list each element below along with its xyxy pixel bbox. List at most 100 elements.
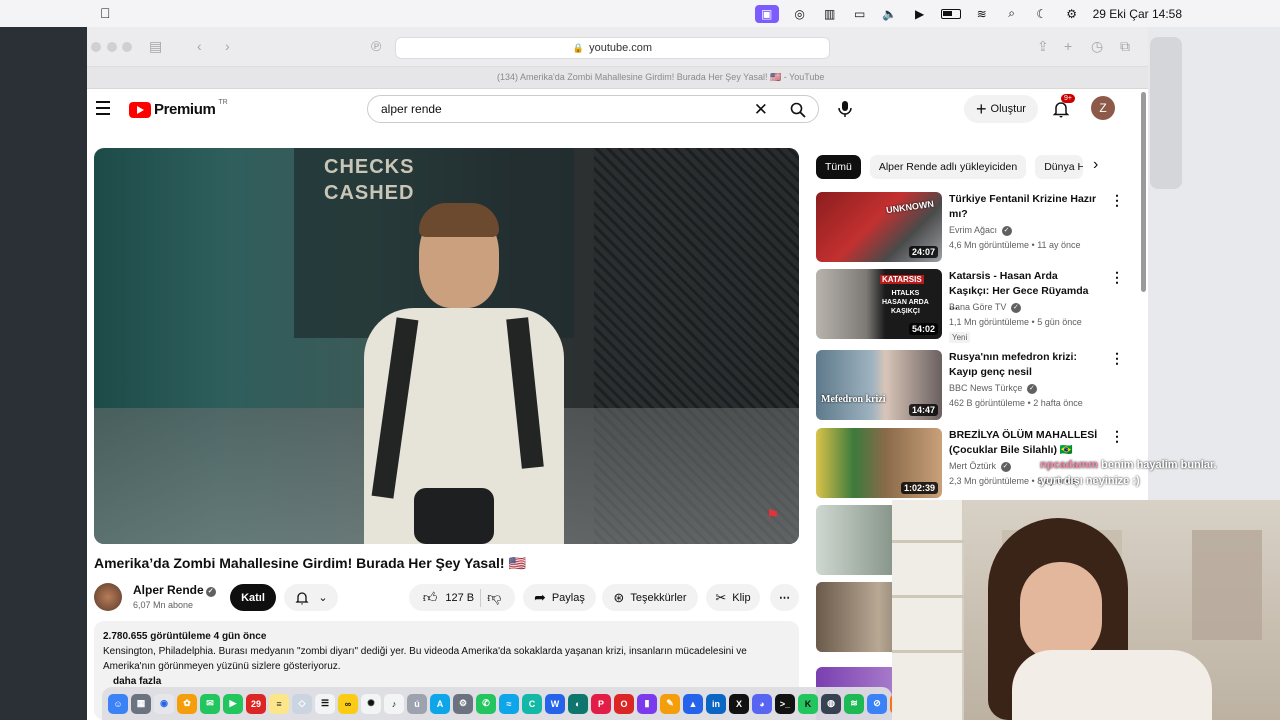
- screen-record-icon[interactable]: ▣: [754, 4, 779, 23]
- x-twitter-icon[interactable]: X: [729, 693, 749, 714]
- channel-avatar[interactable]: [94, 583, 122, 611]
- video-thumbnail[interactable]: UNKNOWN 24:07: [816, 192, 942, 262]
- search-input[interactable]: [381, 102, 741, 116]
- youtube-premium-logo[interactable]: Premium TR: [129, 99, 228, 118]
- browser-icon[interactable]: ◐: [568, 693, 588, 714]
- active-tab-title[interactable]: (134) Amerika'da Zombi Mahallesine Girdi…: [497, 72, 824, 83]
- thanks-button[interactable]: ⊛ Teşekkürler: [602, 584, 698, 611]
- chatgpt-icon[interactable]: ✺: [361, 693, 381, 714]
- apple-menu-icon[interactable]: : [100, 5, 111, 21]
- channel-name-row[interactable]: Alper Rende ✓: [133, 583, 216, 597]
- webcam-overlay: [892, 500, 1280, 720]
- more-options-icon[interactable]: ⋮: [1110, 350, 1124, 367]
- zoom-window-button[interactable]: [122, 42, 132, 52]
- microphone-icon[interactable]: [834, 98, 856, 120]
- discord-icon[interactable]: ◕: [752, 693, 772, 714]
- terminal-icon[interactable]: >_: [775, 693, 795, 714]
- new-tab-icon[interactable]: +: [1064, 38, 1072, 54]
- sidebar-icon[interactable]: ▤: [149, 38, 162, 55]
- avatar[interactable]: Z: [1091, 96, 1115, 120]
- create-button[interactable]: + Oluştur: [964, 95, 1038, 123]
- clear-search-icon[interactable]: ✕: [754, 100, 768, 120]
- display-icon[interactable]: ▭: [851, 7, 869, 21]
- recommended-channel: Mert Öztürk ✓: [949, 461, 1011, 472]
- chip-world[interactable]: Dünya H: [1035, 155, 1084, 179]
- more-options-icon[interactable]: ⋮: [1110, 428, 1124, 445]
- kick-icon[interactable]: K: [798, 693, 818, 714]
- notification-badge: 9+: [1061, 94, 1075, 103]
- tiktok-icon[interactable]: ♪: [384, 693, 404, 714]
- forward-icon[interactable]: ›: [225, 38, 230, 54]
- menubar-clock[interactable]: 29 Eki Çar 14:58: [1093, 7, 1182, 21]
- settings-icon[interactable]: ⚙: [453, 693, 473, 714]
- close-window-button[interactable]: [91, 42, 101, 52]
- facetime-icon[interactable]: ▶: [223, 693, 243, 714]
- capcut-icon[interactable]: ∞: [338, 693, 358, 714]
- control-center-icon[interactable]: ⚙: [1063, 7, 1081, 21]
- linkedin-icon[interactable]: in: [706, 693, 726, 714]
- chrome-icon[interactable]: ◉: [154, 693, 174, 714]
- notifications-button[interactable]: 9+: [1050, 94, 1075, 120]
- webcam-person-shirt: [1012, 650, 1212, 720]
- history-icon[interactable]: ◷: [1091, 38, 1103, 55]
- keynote-icon[interactable]: ▲: [683, 693, 703, 714]
- back-icon[interactable]: ‹: [197, 38, 202, 54]
- obs-icon[interactable]: ◍: [821, 693, 841, 714]
- address-bar[interactable]: 🔒 youtube.com: [395, 37, 830, 59]
- clip-button[interactable]: ✂ Klip: [706, 584, 760, 611]
- canva-icon[interactable]: C: [522, 693, 542, 714]
- launchpad-icon[interactable]: ▦: [131, 693, 151, 714]
- video-thumbnail[interactable]: 1:02:39: [816, 428, 942, 498]
- more-options-icon[interactable]: ⋮: [1110, 269, 1124, 286]
- whatsapp-icon[interactable]: ✆: [476, 693, 496, 714]
- freeform-icon[interactable]: ◇: [292, 693, 312, 714]
- more-actions-icon[interactable]: ⋯: [770, 584, 799, 611]
- spotlight-search-icon[interactable]: ⌕: [1003, 6, 1021, 21]
- finder-icon[interactable]: ☺: [108, 693, 128, 714]
- grid-icon[interactable]: ▥: [821, 7, 839, 21]
- opera-icon[interactable]: O: [614, 693, 634, 714]
- pinterest-icon[interactable]: ℗: [371, 38, 381, 54]
- app-store-icon[interactable]: A: [430, 693, 450, 714]
- video-thumbnail[interactable]: KATARSIS HTALKS HASAN ARDA KAŞIKÇI 54:02: [816, 269, 942, 339]
- play-icon[interactable]: ▶: [911, 7, 929, 21]
- recommended-video[interactable]: KATARSIS HTALKS HASAN ARDA KAŞIKÇI 54:02…: [816, 269, 1124, 343]
- pages-icon[interactable]: ✎: [660, 693, 680, 714]
- minimize-window-button[interactable]: [107, 42, 117, 52]
- search-icon[interactable]: [790, 102, 806, 118]
- teams-icon[interactable]: ≈: [499, 693, 519, 714]
- spotify-icon[interactable]: ≋: [844, 693, 864, 714]
- share-button[interactable]: ➦ Paylaş: [523, 584, 596, 611]
- more-options-icon[interactable]: ⋮: [1110, 192, 1124, 209]
- safari-icon[interactable]: ⊘: [867, 693, 887, 714]
- utilities-icon[interactable]: ú: [407, 693, 427, 714]
- video-player[interactable]: CHECKS CASHED ⚑: [94, 148, 799, 544]
- pinterest-icon[interactable]: P: [591, 693, 611, 714]
- calendar-icon[interactable]: 29: [246, 693, 266, 714]
- recommended-video[interactable]: UNKNOWN 24:07 Türkiye Fentanil Krizine H…: [816, 192, 1124, 264]
- chip-from-uploader[interactable]: Alper Rende adlı yükleyiciden: [869, 155, 1027, 179]
- join-button[interactable]: Katıl: [230, 584, 276, 611]
- word-icon[interactable]: W: [545, 693, 565, 714]
- twitch-icon[interactable]: ▮: [637, 693, 657, 714]
- wifi-icon[interactable]: ≋: [973, 7, 991, 21]
- battery-icon[interactable]: [940, 8, 961, 19]
- creative-cloud-icon[interactable]: ◎: [791, 7, 809, 21]
- notes-icon[interactable]: ≡: [269, 693, 289, 714]
- chevron-right-icon[interactable]: ›: [1093, 156, 1098, 174]
- subscription-bell-button[interactable]: ⌄: [284, 584, 338, 611]
- photos-icon[interactable]: ✿: [177, 693, 197, 714]
- reminders-icon[interactable]: ☰: [315, 693, 335, 714]
- like-button[interactable]: 👍︎ 127 B: [423, 589, 474, 606]
- dislike-button[interactable]: 👎︎: [487, 589, 501, 606]
- focus-moon-icon[interactable]: ☾: [1033, 7, 1051, 21]
- video-thumbnail[interactable]: Mefedron krizi 14:47: [816, 350, 942, 420]
- chip-all[interactable]: Tümü: [816, 155, 861, 179]
- volume-icon[interactable]: 🔈: [881, 7, 899, 21]
- tab-overview-icon[interactable]: ⧉: [1120, 38, 1130, 55]
- recommended-video[interactable]: Mefedron krizi 14:47 Rusya'nın mefedron …: [816, 350, 1124, 422]
- page-scrollbar[interactable]: [1141, 92, 1146, 292]
- messages-icon[interactable]: ✉: [200, 693, 220, 714]
- share-icon[interactable]: ⇪: [1037, 38, 1049, 55]
- hamburger-menu-icon[interactable]: [96, 101, 110, 115]
